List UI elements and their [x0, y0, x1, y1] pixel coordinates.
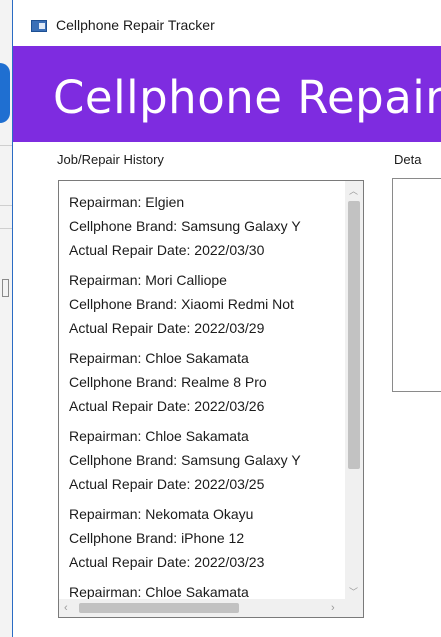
details-label: Deta: [394, 152, 422, 167]
background-divider: [0, 145, 12, 146]
banner-title: Cellphone Repair: [53, 71, 441, 124]
history-listbox[interactable]: Repairman: Elgien Cellphone Brand: Samsun…: [58, 180, 364, 618]
list-item-brand: Cellphone Brand: Samsung Galaxy Y: [69, 218, 301, 234]
scroll-corner: [345, 599, 363, 617]
details-panel[interactable]: [392, 178, 441, 392]
background-window-button: [0, 63, 10, 123]
title-bar[interactable]: Cellphone Repair Tracker: [13, 0, 441, 46]
background-divider: [0, 205, 12, 206]
chevron-left-icon[interactable]: ‹: [64, 602, 68, 614]
horizontal-scroll-thumb[interactable]: [79, 603, 239, 613]
list-item-date: Actual Repair Date: 2022/03/29: [69, 320, 265, 336]
list-item-repairman: Repairman: Chloe Sakamata: [69, 428, 249, 444]
list-item-brand: Cellphone Brand: Realme 8 Pro: [69, 374, 267, 390]
history-label: Job/Repair History: [57, 152, 164, 167]
list-item-repairman: Repairman: Elgien: [69, 194, 185, 210]
list-item-date: Actual Repair Date: 2022/03/30: [69, 242, 265, 258]
list-item[interactable]: Repairman: Mori Calliope Cellphone Brand:…: [69, 268, 343, 340]
history-list: Repairman: Elgien Cellphone Brand: Samsun…: [69, 190, 343, 617]
list-item-brand: Cellphone Brand: Xiaomi Redmi Not: [69, 296, 294, 312]
chevron-right-icon[interactable]: ›: [331, 602, 335, 614]
vertical-scroll-thumb[interactable]: [348, 201, 360, 469]
header-banner: Cellphone Repair: [13, 46, 441, 142]
list-item-brand: Cellphone Brand: Samsung Galaxy Y: [69, 452, 301, 468]
background-grid-icon: [2, 279, 9, 297]
vertical-scrollbar[interactable]: ︿ ﹀: [345, 181, 363, 601]
list-item[interactable]: Repairman: Elgien Cellphone Brand: Samsun…: [69, 190, 343, 262]
list-item[interactable]: Repairman: Chloe Sakamata Cellphone Brand…: [69, 346, 343, 418]
list-item-date: Actual Repair Date: 2022/03/26: [69, 398, 265, 414]
list-item-repairman: Repairman: Mori Calliope: [69, 272, 227, 288]
app-window-icon: [31, 20, 47, 32]
horizontal-scrollbar[interactable]: ‹ ›: [59, 599, 345, 617]
list-item-date: Actual Repair Date: 2022/03/25: [69, 476, 265, 492]
list-item[interactable]: Repairman: Nekomata Okayu Cellphone Brand…: [69, 502, 343, 574]
background-divider: [0, 228, 12, 229]
list-item-date: Actual Repair Date: 2022/03/23: [69, 554, 265, 570]
list-item-repairman: Repairman: Chloe Sakamata: [69, 350, 249, 366]
list-item-brand: Cellphone Brand: iPhone 12: [69, 530, 245, 546]
list-item-repairman: Repairman: Nekomata Okayu: [69, 506, 254, 522]
window-title: Cellphone Repair Tracker: [56, 17, 215, 33]
chevron-down-icon[interactable]: ﹀: [349, 585, 358, 598]
chevron-up-icon[interactable]: ︿: [349, 184, 358, 197]
list-item[interactable]: Repairman: Chloe Sakamata Cellphone Brand…: [69, 424, 343, 496]
